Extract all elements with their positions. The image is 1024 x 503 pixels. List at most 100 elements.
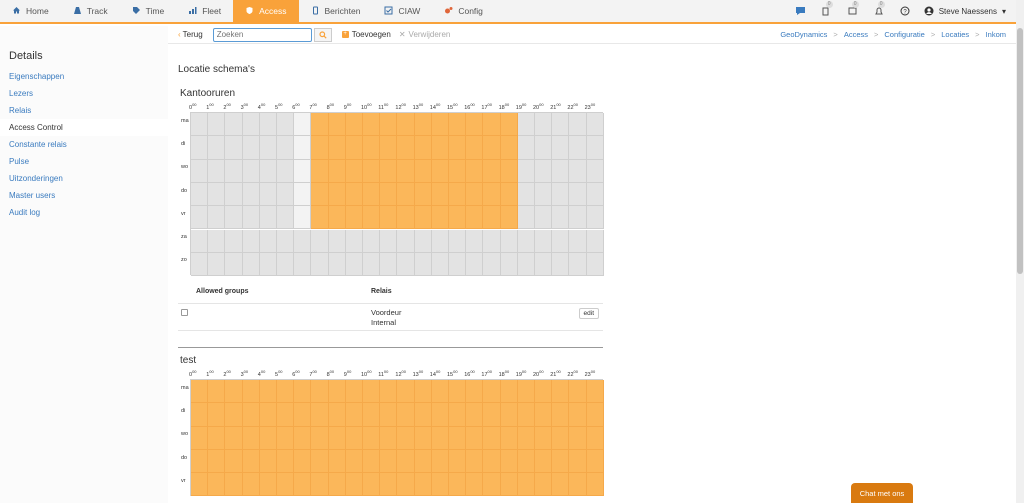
schedule-cell[interactable] <box>328 403 346 427</box>
schedule-cell[interactable] <box>259 403 277 427</box>
schedule-cell[interactable] <box>277 449 295 474</box>
schedule-cell[interactable] <box>431 403 449 427</box>
schedule-cell[interactable] <box>483 182 501 207</box>
schedule-cell[interactable] <box>277 426 295 450</box>
schedule-cell[interactable] <box>552 426 570 450</box>
schedule-cell[interactable] <box>414 113 432 137</box>
schedule-cell[interactable] <box>328 426 346 450</box>
schedule-cell[interactable] <box>449 229 467 253</box>
schedule-cell[interactable] <box>208 380 226 404</box>
schedule-cell[interactable] <box>294 449 312 474</box>
schedule-cell[interactable] <box>380 206 398 230</box>
schedule-cell[interactable] <box>414 206 432 230</box>
schedule-cell[interactable] <box>397 159 415 183</box>
schedule-cell[interactable] <box>277 113 295 137</box>
messages-icon[interactable]: 0 <box>846 1 860 18</box>
schedule-cell[interactable] <box>552 473 570 497</box>
schedule-cell[interactable] <box>449 206 467 230</box>
schedule-cell[interactable] <box>449 136 467 160</box>
schedule-cell[interactable] <box>225 229 243 253</box>
schedule-cell[interactable] <box>466 182 484 207</box>
schedule-cell[interactable] <box>277 159 295 183</box>
schedule-cell[interactable] <box>311 159 329 183</box>
schedule-cell[interactable] <box>328 229 346 253</box>
schedule-cell[interactable] <box>483 206 501 230</box>
schedule-cell[interactable] <box>414 136 432 160</box>
schedule-cell[interactable] <box>294 380 312 404</box>
schedule-cell[interactable] <box>569 403 587 427</box>
page-scrollbar[interactable] <box>1016 0 1024 503</box>
schedule-cell[interactable] <box>586 229 604 253</box>
schedule-cell[interactable] <box>535 206 553 230</box>
schedule-cell[interactable] <box>449 113 467 137</box>
schedule-cell[interactable] <box>363 206 381 230</box>
search-button[interactable] <box>313 27 332 42</box>
schedule-cell[interactable] <box>397 449 415 474</box>
schedule-cell[interactable] <box>517 403 535 427</box>
breadcrumb-item[interactable]: Inkom <box>986 30 1006 39</box>
schedule-cell[interactable] <box>414 426 432 450</box>
schedule-cell[interactable] <box>363 473 381 497</box>
schedule-cell[interactable] <box>517 449 535 474</box>
schedule-cell[interactable] <box>363 159 381 183</box>
schedule-cell[interactable] <box>363 449 381 474</box>
add-button[interactable]: + Toevoegen <box>341 30 391 39</box>
schedule-cell[interactable] <box>431 426 449 450</box>
schedule-cell[interactable] <box>397 113 415 137</box>
schedule-cell[interactable] <box>517 159 535 183</box>
nav-item-fleet[interactable]: Fleet <box>176 0 233 22</box>
schedule-cell[interactable] <box>414 449 432 474</box>
delete-button[interactable]: ✕ Verwijderen <box>399 30 451 39</box>
schedule-cell[interactable] <box>586 159 604 183</box>
schedule-cell[interactable] <box>535 403 553 427</box>
schedule-cell[interactable] <box>483 426 501 450</box>
schedule-cell[interactable] <box>225 113 243 137</box>
schedule-cell[interactable] <box>483 473 501 497</box>
schedule-cell[interactable] <box>311 206 329 230</box>
schedule-cell[interactable] <box>328 473 346 497</box>
schedule-cell[interactable] <box>535 449 553 474</box>
schedule-cell[interactable] <box>569 159 587 183</box>
schedule-cell[interactable] <box>569 136 587 160</box>
schedule-cell[interactable] <box>552 113 570 137</box>
schedule-cell[interactable] <box>535 252 553 277</box>
schedule-cell[interactable] <box>259 252 277 277</box>
schedule-cell[interactable] <box>328 182 346 207</box>
schedule-cell[interactable] <box>431 206 449 230</box>
schedule-cell[interactable] <box>380 252 398 277</box>
schedule-cell[interactable] <box>414 229 432 253</box>
schedule-cell[interactable] <box>225 380 243 404</box>
schedule-cell[interactable] <box>535 473 553 497</box>
schedule-cell[interactable] <box>449 403 467 427</box>
schedule-cell[interactable] <box>466 113 484 137</box>
schedule-cell[interactable] <box>466 449 484 474</box>
schedule-cell[interactable] <box>242 473 260 497</box>
schedule-cell[interactable] <box>569 252 587 277</box>
schedule-cell[interactable] <box>191 113 209 137</box>
schedule-cell[interactable] <box>380 449 398 474</box>
schedule-cell[interactable] <box>259 229 277 253</box>
schedule-cell[interactable] <box>552 229 570 253</box>
schedule-cell[interactable] <box>397 473 415 497</box>
chat-bubble-icon[interactable] <box>794 4 808 18</box>
schedule-cell[interactable] <box>500 380 518 404</box>
schedule-cell[interactable] <box>397 206 415 230</box>
schedule-cell[interactable] <box>225 136 243 160</box>
schedule-cell[interactable] <box>414 182 432 207</box>
schedule-cell[interactable] <box>517 113 535 137</box>
schedule-cell[interactable] <box>311 229 329 253</box>
schedule-cell[interactable] <box>191 380 209 404</box>
schedule-cell[interactable] <box>225 252 243 277</box>
schedule-cell[interactable] <box>363 136 381 160</box>
schedule-cell[interactable] <box>242 206 260 230</box>
schedule-cell[interactable] <box>208 252 226 277</box>
schedule-cell[interactable] <box>363 403 381 427</box>
schedule-cell[interactable] <box>191 229 209 253</box>
schedule-cell[interactable] <box>242 426 260 450</box>
schedule-cell[interactable] <box>466 229 484 253</box>
schedule-cell[interactable] <box>569 113 587 137</box>
schedule-cell[interactable] <box>380 113 398 137</box>
schedule-cell[interactable] <box>500 473 518 497</box>
schedule-cell[interactable] <box>259 473 277 497</box>
schedule-cell[interactable] <box>191 426 209 450</box>
